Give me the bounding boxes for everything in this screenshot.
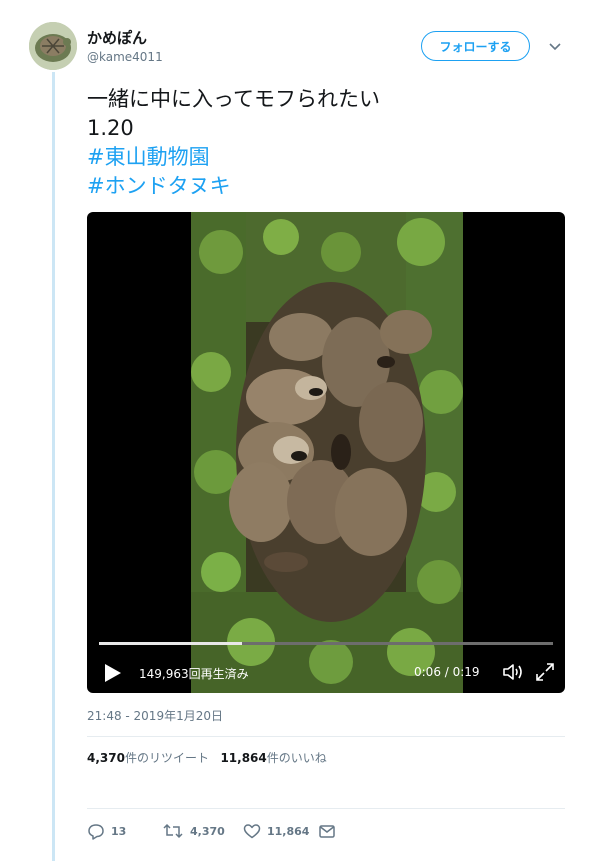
volume-icon[interactable] [501,661,525,683]
retweet-icon [163,823,183,839]
video-thumbnail [191,212,463,693]
retweet-button[interactable]: 4,370 [162,820,225,842]
tweet-timestamp[interactable]: 21:48 - 2019年1月20日 [87,707,223,724]
retweet-label[interactable]: 件のリツイート [125,751,209,765]
author-handle[interactable]: @kame4011 [87,50,163,64]
video-player[interactable]: 149,963回再生済み 0:06 / 0:19 [87,212,565,693]
tweet-line: 1.20 [87,116,134,140]
play-icon[interactable] [101,662,123,684]
tweet-text: 一緒に中に入ってモフられたい 1.20 #東山動物園 #ホンドタヌキ [87,85,380,201]
divider [87,808,565,809]
avatar[interactable] [29,22,77,70]
like-icon [243,824,261,839]
thread-line [52,72,55,861]
hashtag-link[interactable]: #ホンドタヌキ [87,172,380,201]
like-count[interactable]: 11,864 [220,751,266,765]
video-time: 0:06 / 0:19 [414,665,480,679]
hashtag-link[interactable]: #東山動物園 [87,143,380,172]
author-name[interactable]: かめぽん [87,27,147,48]
reply-button[interactable]: 13 [87,820,126,842]
divider [87,736,565,737]
tweet-stats: 4,370件のリツイート 11,864件のいいね [87,749,327,766]
view-count: 149,963回再生済み [139,667,249,681]
reply-count: 13 [111,824,127,838]
like-label[interactable]: 件のいいね [267,751,327,765]
like-count: 11,864 [267,824,310,838]
message-icon [319,825,335,838]
tweet-line: 一緒に中に入ってモフられたい [87,87,380,111]
follow-button[interactable]: フォローする [421,31,530,61]
retweet-count: 4,370 [190,824,225,838]
reply-icon [88,824,104,840]
caret-down-icon[interactable] [548,38,562,52]
message-button[interactable] [318,820,336,842]
retweet-count[interactable]: 4,370 [87,751,125,765]
video-progress-fill [99,642,243,645]
like-button[interactable]: 11,864 [243,820,309,842]
fullscreen-icon[interactable] [534,661,556,683]
video-progress-bar[interactable] [99,642,553,645]
